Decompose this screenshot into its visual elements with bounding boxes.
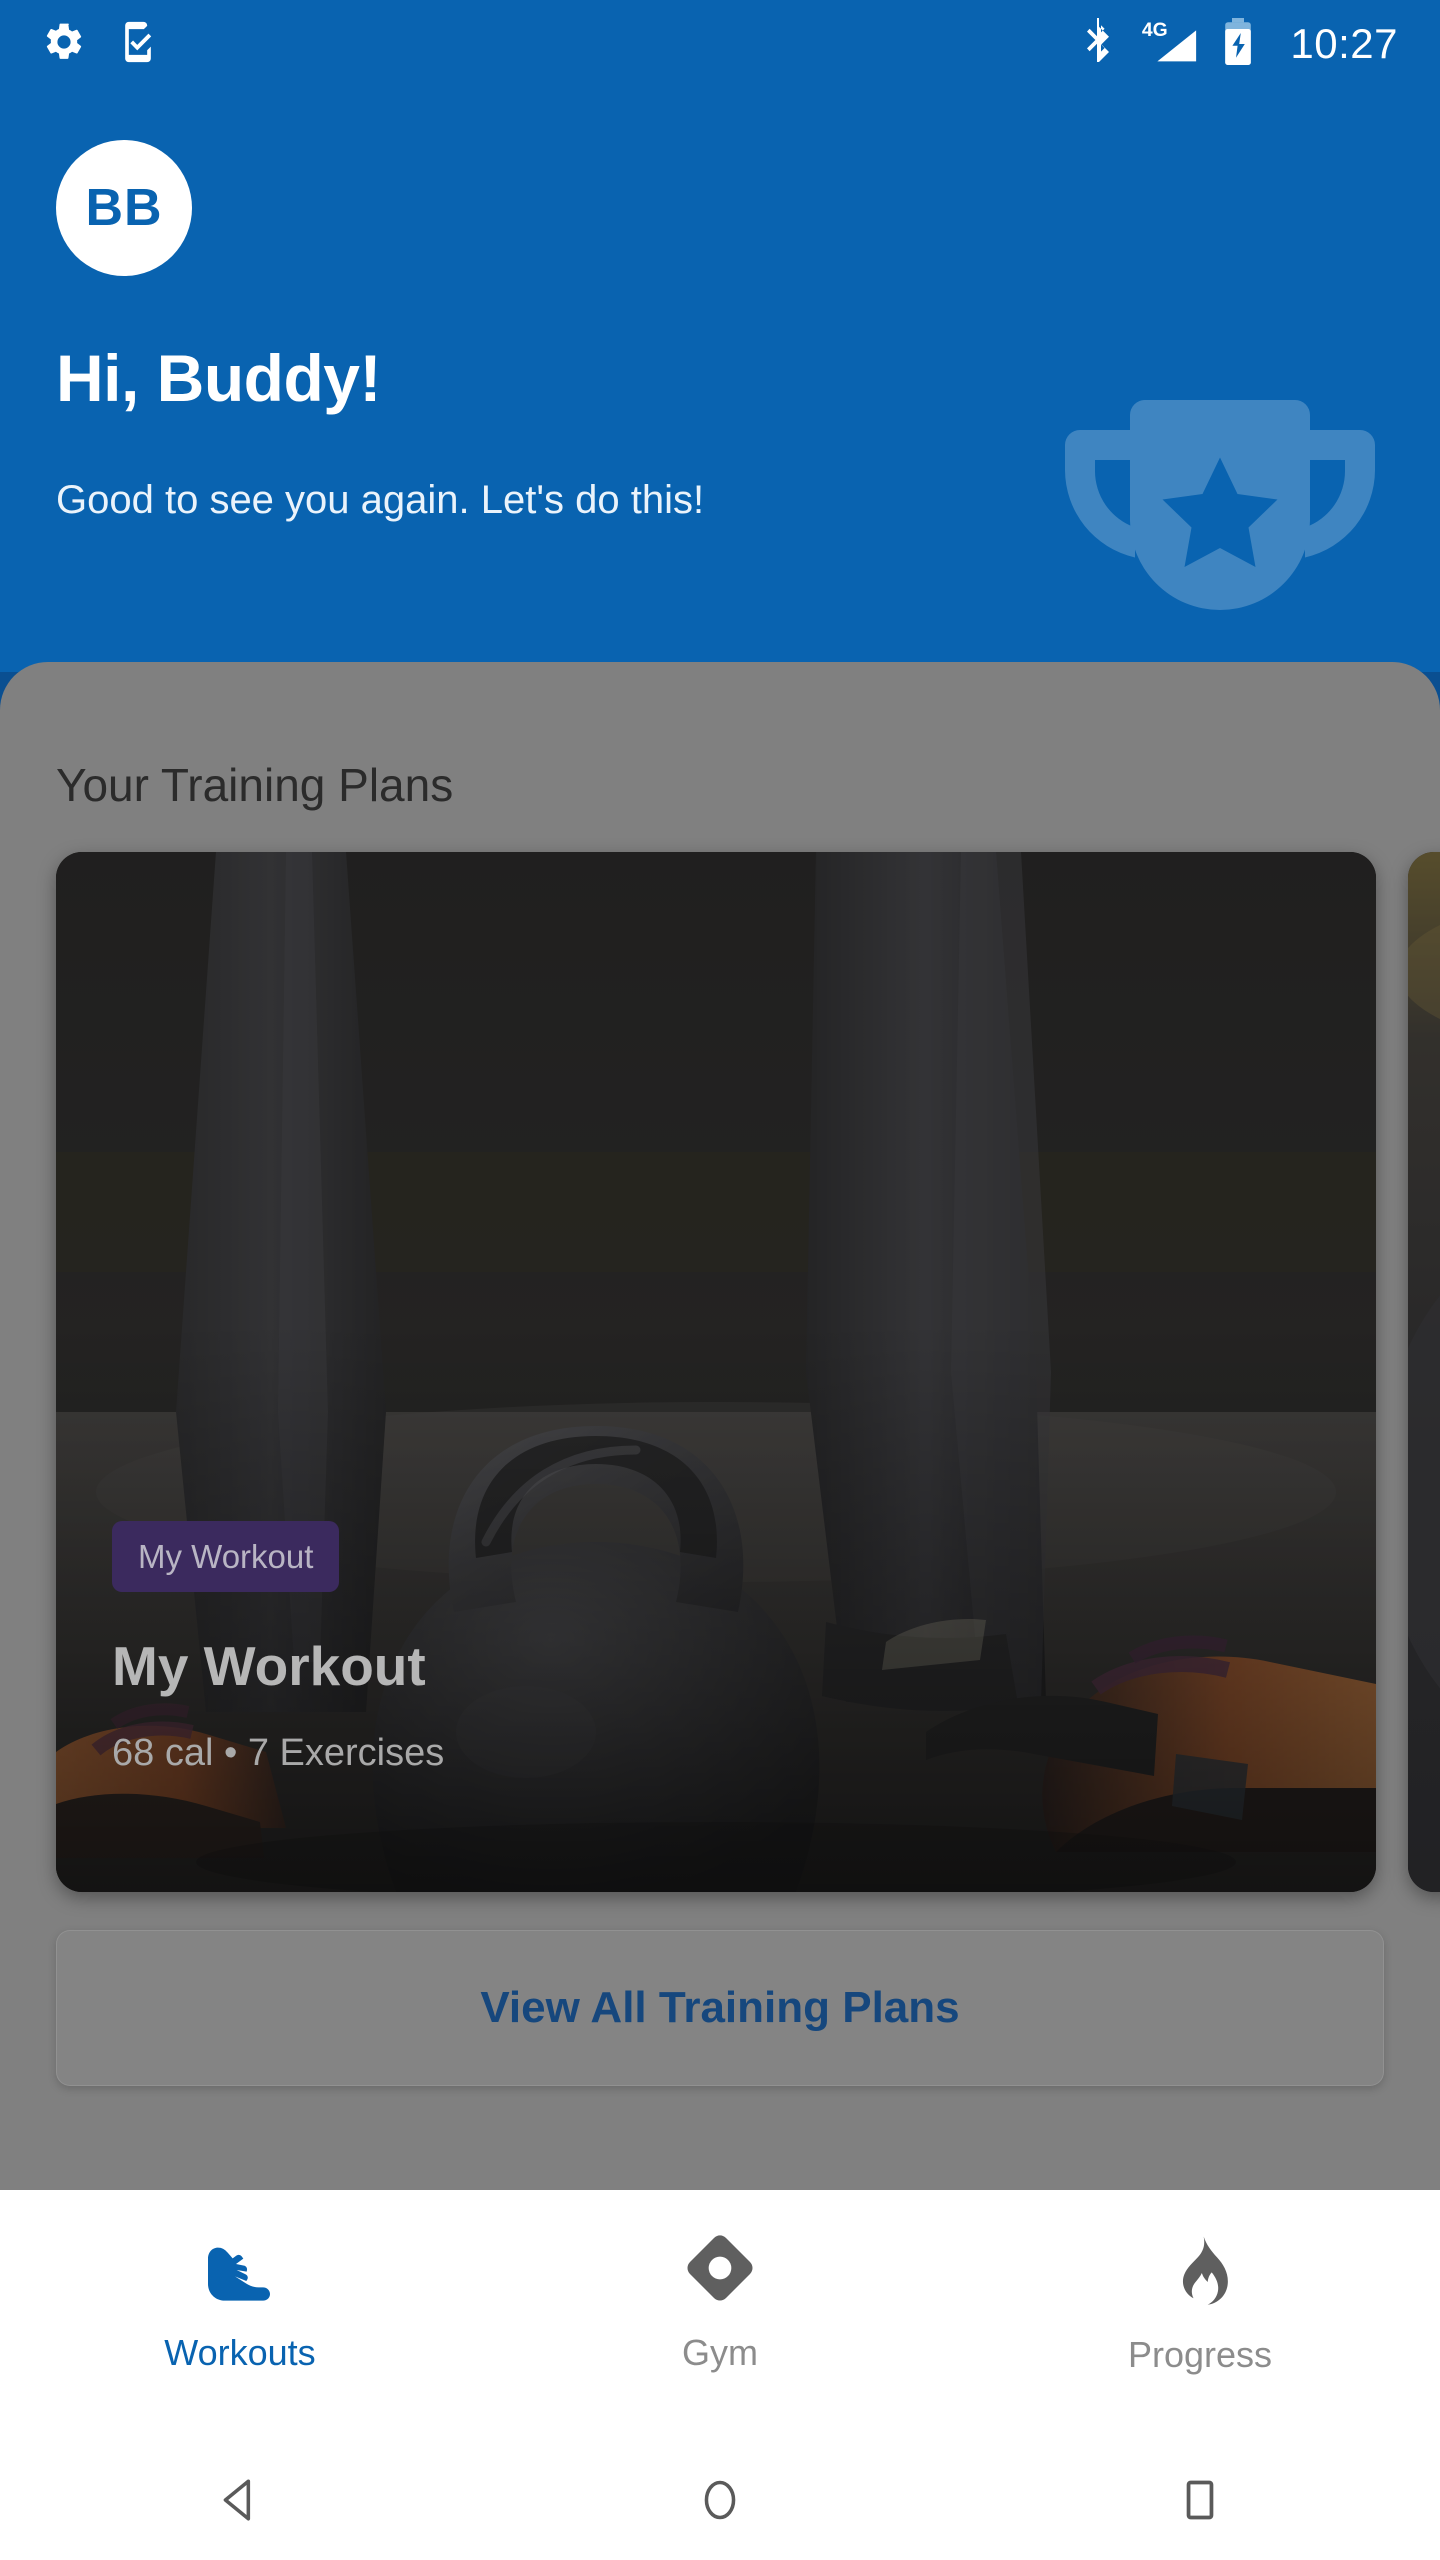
app-screen: 4G 10:27 BB Hi, Buddy! Good to see you a… [0, 0, 1440, 2560]
training-plans-carousel[interactable]: My Workout My Workout 68 cal • 7 Exercis… [0, 852, 1440, 1902]
section-title: Your Training Plans [56, 759, 454, 811]
page-title: Hi, Buddy! [56, 341, 381, 415]
back-triangle-icon[interactable] [0, 2475, 480, 2525]
android-system-navigation [0, 2440, 1440, 2560]
plan-title: My Workout [112, 1635, 426, 1697]
app-header: 4G 10:27 BB Hi, Buddy! Good to see you a… [0, 0, 1440, 672]
plan-badge: My Workout [112, 1521, 340, 1592]
view-all-label: View All Training Plans [480, 1983, 960, 2032]
gym-diamond-icon [680, 2228, 760, 2313]
status-bar-system-icons: 4G 10:27 [1082, 17, 1398, 72]
plan-photo-next-scrim [1408, 852, 1440, 1892]
nav-label-gym: Gym [682, 2332, 758, 2373]
status-bar: 4G 10:27 [0, 0, 1440, 88]
nav-label-progress: Progress [1127, 2334, 1273, 2375]
nav-label-workouts: Workouts [164, 2332, 316, 2373]
plan-photo-gradient [56, 1320, 1376, 1892]
bottom-navigation: Workouts Gym Progress [0, 2190, 1440, 2440]
avatar-initials: BB [85, 179, 163, 237]
gear-icon [42, 20, 86, 69]
view-all-training-plans-button[interactable]: View All Training Plans [56, 1930, 1384, 2086]
nav-item-progress[interactable]: Progress [960, 2190, 1440, 2440]
nav-item-gym[interactable]: Gym [480, 2190, 960, 2440]
flame-icon [1163, 2228, 1237, 2315]
signal-4g-icon: 4G [1138, 18, 1200, 71]
home-circle-icon[interactable] [480, 2475, 960, 2525]
recents-square-icon[interactable] [960, 2475, 1440, 2525]
status-bar-notifications [42, 19, 160, 70]
avatar[interactable]: BB [56, 140, 192, 276]
bluetooth-icon [1082, 17, 1116, 71]
training-plans-sheet: Your Training Plans My Workout My Workou… [0, 662, 1440, 2190]
plan-meta: 68 cal • 7 Exercises [112, 1732, 445, 1774]
svg-text:4G: 4G [1142, 19, 1168, 41]
trophy-icon [1040, 390, 1400, 672]
training-plan-card[interactable]: My Workout My Workout 68 cal • 7 Exercis… [56, 852, 1376, 1892]
status-bar-clock: 10:27 [1290, 20, 1398, 67]
battery-charging-icon [1222, 17, 1254, 72]
running-shoe-icon [198, 2228, 282, 2313]
phone-check-icon [116, 19, 160, 70]
greeting-subtitle: Good to see you again. Let's do this! [56, 478, 705, 522]
training-plan-card-next[interactable] [1408, 852, 1440, 1892]
nav-item-workouts[interactable]: Workouts [0, 2190, 480, 2440]
